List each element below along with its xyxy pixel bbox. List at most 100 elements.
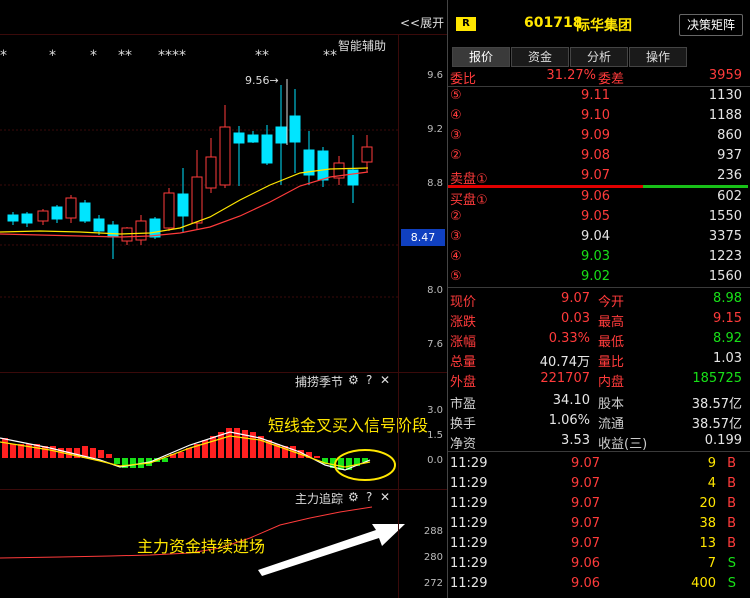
candle-body [261,134,273,164]
kline-chart[interactable] [0,35,398,375]
tick-volume: 4 [707,476,716,491]
tab-quote[interactable]: 报价 [452,47,510,67]
candle-body [107,224,119,238]
ask-row[interactable]: ⑤ 9.11 1130 [448,86,748,106]
tick-side: B [727,516,736,531]
macd-bar [114,458,120,464]
bid-row[interactable]: ⑤ 9.02 1560 [448,267,748,287]
bid-row[interactable]: 买盘① 9.06 602 [448,187,748,208]
annotation-arrow [258,524,405,576]
ask-volume: 1188 [708,108,742,123]
macd-bar [210,436,216,458]
ask-row[interactable]: ③ 9.09 860 [448,126,748,146]
quote-label: 量比 [598,355,625,370]
bid-level: ⑤ [450,269,462,284]
candle-body [275,126,287,144]
quote-value: 185725 [692,371,742,386]
r-badge: R [456,17,476,31]
ask-level: ② [450,148,462,163]
quote-label: 今开 [598,295,625,310]
quote-row: 总量 40.74万 量比 1.03 [448,349,748,370]
chart-area[interactable]: <<展开 智能辅助 * * * ** **** ** ** 9.56→ 捕捞季节… [0,0,447,598]
ask-volume: 860 [717,128,742,143]
weicha-label: 委差 [598,72,625,87]
macd-bar [10,444,16,458]
price-axis: 9.6 9.2 8.8 8.47 8.0 7.6 3.0 1.5 0.0 288… [398,34,447,598]
weibi-row: 委比 31.27% 委差 3959 [448,66,748,87]
bid-row[interactable]: ② 9.05 1550 [448,207,748,227]
tick-time: 11:29 [450,516,488,531]
bid-volume: 3375 [708,229,742,244]
macd-bar [90,448,96,458]
tick-price: 9.06 [571,556,600,571]
tick-side: B [727,456,736,471]
quote-label: 最低 [598,335,625,350]
ask-level: ③ [450,128,462,143]
macd-bar [178,452,184,458]
quote-value: 40.74万 [539,355,590,370]
weicha-value: 3959 [708,68,742,83]
bid-level: 买盘① [450,193,488,208]
high-price-marker: 9.56→ [245,74,279,87]
ask-price: 9.09 [581,128,610,143]
axis-tick: 7.6 [427,339,443,350]
tick-volume: 7 [707,556,716,571]
candle-body [219,126,231,186]
tab-operate[interactable]: 操作 [629,47,687,67]
bid-row[interactable]: ④ 9.03 1223 [448,247,748,267]
ask-row[interactable]: ② 9.08 937 [448,146,748,166]
candle-body [289,115,301,143]
decision-matrix-button[interactable]: 决策矩阵 [679,14,743,36]
tick-side: B [727,536,736,551]
quote-value: 9.15 [713,311,742,326]
tick-time: 11:29 [450,556,488,571]
quote-row: 现价 9.07 今开 8.98 [448,289,748,310]
gear-icon[interactable]: ⚙ [348,373,359,387]
tick-volume: 38 [699,516,716,531]
divider [448,451,750,452]
tick-time: 11:29 [450,476,488,491]
tick-row: 11:29 9.07 9 B [448,454,748,474]
current-price-tag: 8.47 [401,229,445,246]
tab-funds[interactable]: 资金 [511,47,569,67]
tick-price: 9.07 [571,476,600,491]
tick-side: S [727,556,736,571]
bid-price: 9.04 [581,229,610,244]
ask-level: ⑤ [450,88,462,103]
tick-price: 9.07 [571,456,600,471]
macd-chart[interactable] [0,390,398,490]
help-icon[interactable]: ? [366,373,372,387]
quote-value: 1.03 [713,351,742,366]
candle-body [7,214,19,222]
tick-volume: 400 [691,576,716,591]
candle-body [51,206,63,220]
expand-button[interactable]: <<展开 [400,14,444,31]
ask-row[interactable]: 卖盘① 9.07 236 [448,166,748,187]
macd-bar [314,456,320,458]
ask-row[interactable]: ④ 9.10 1188 [448,106,748,126]
stock-name: 际华集团 [576,18,632,34]
quote-row: 市盈 34.10 股本 38.57亿 [448,391,748,412]
panel2-title: 捕捞季节 [295,375,344,389]
tick-time: 11:29 [450,536,488,551]
candle-body [65,197,77,219]
tick-price: 9.07 [571,516,600,531]
bid-price: 9.03 [581,249,610,264]
quote-label: 外盘 [450,375,477,390]
candle-body [135,220,147,241]
bid-row[interactable]: ③ 9.04 3375 [448,227,748,247]
quote-panel: R 601718 际华集团 决策矩阵 报价 资金 分析 操作 委比 31.27%… [447,0,750,598]
tab-analysis[interactable]: 分析 [570,47,628,67]
bid-volume: 602 [717,189,742,204]
quote-value: 0.03 [561,311,590,326]
tick-row: 11:29 9.06 7 S [448,554,748,574]
quote-label: 内盘 [598,375,625,390]
quote-value: 3.53 [561,433,590,448]
close-icon[interactable]: ✕ [380,373,390,387]
tick-volume: 13 [699,536,716,551]
quote-label: 市盈 [450,397,477,412]
axis-tick: 9.6 [427,70,443,81]
ask-level: ④ [450,108,462,123]
quote-value: 0.199 [704,433,742,448]
candle-body [21,213,33,224]
